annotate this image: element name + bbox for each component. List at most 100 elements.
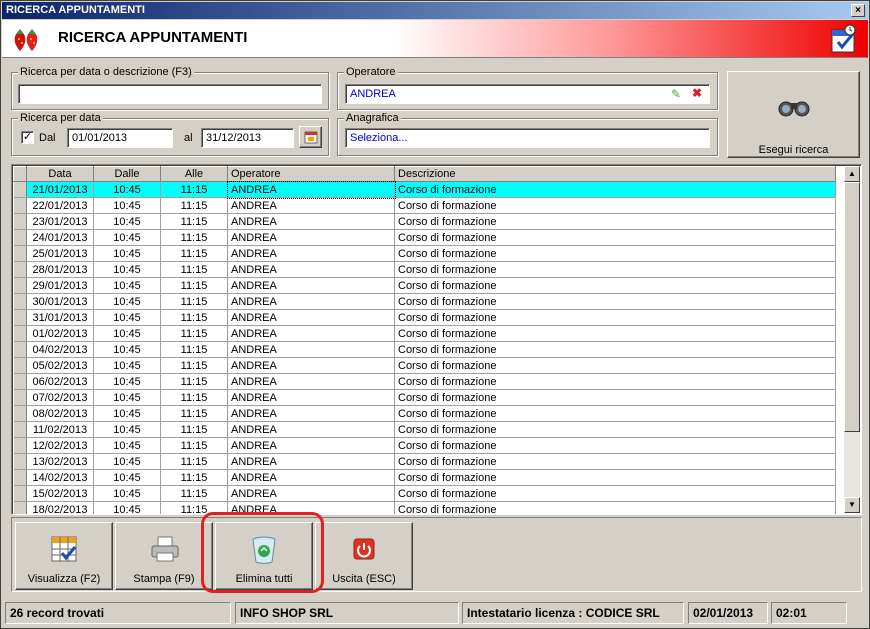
table-row[interactable]: 28/01/2013 10:45 11:15 ANDREA Corso di forma…: [13, 261, 836, 278]
column-header-alle[interactable]: Alle: [160, 166, 228, 182]
cell-dalle[interactable]: 10:45: [93, 197, 161, 214]
cell-alle[interactable]: 11:15: [160, 261, 228, 278]
date-picker-button[interactable]: [299, 126, 322, 148]
table-row[interactable]: 30/01/2013 10:45 11:15 ANDREA Corso di forma…: [13, 293, 836, 310]
scroll-down-button[interactable]: ▼: [844, 497, 860, 513]
operator-field[interactable]: ANDREA: [345, 84, 710, 104]
cell-dalle[interactable]: 10:45: [93, 229, 161, 246]
table-row[interactable]: 14/02/2013 10:45 11:15 ANDREA Corso di forma…: [13, 469, 836, 486]
table-row[interactable]: 23/01/2013 10:45 11:15 ANDREA Corso di forma…: [13, 213, 836, 230]
cell-descrizione[interactable]: Corso di formazione: [394, 469, 836, 486]
cell-operatore[interactable]: ANDREA: [227, 245, 395, 262]
cell-dalle[interactable]: 10:45: [93, 213, 161, 230]
vertical-scrollbar[interactable]: ▲ ▼: [844, 166, 860, 513]
column-header-data[interactable]: Data: [26, 166, 94, 182]
cell-descrizione[interactable]: Corso di formazione: [394, 309, 836, 326]
cell-dalle[interactable]: 10:45: [93, 405, 161, 422]
cell-operatore[interactable]: ANDREA: [227, 293, 395, 310]
table-row[interactable]: 22/01/2013 10:45 11:15 ANDREA Corso di forma…: [13, 197, 836, 214]
cell-dalle[interactable]: 10:45: [93, 501, 161, 514]
cell-data[interactable]: 01/02/2013: [26, 325, 94, 342]
cell-data[interactable]: 28/01/2013: [26, 261, 94, 278]
scroll-thumb[interactable]: [844, 182, 860, 432]
edit-pencil-icon[interactable]: ✎: [671, 87, 681, 101]
cell-alle[interactable]: 11:15: [160, 293, 228, 310]
column-header-descrizione[interactable]: Descrizione: [394, 166, 836, 182]
table-row[interactable]: 11/02/2013 10:45 11:15 ANDREA Corso di forma…: [13, 421, 836, 438]
row-indicator[interactable]: [13, 501, 27, 514]
cell-descrizione[interactable]: Corso di formazione: [394, 421, 836, 438]
table-row[interactable]: 13/02/2013 10:45 11:15 ANDREA Corso di forma…: [13, 453, 836, 470]
close-button[interactable]: ×: [851, 4, 865, 17]
table-row[interactable]: 07/02/2013 10:45 11:15 ANDREA Corso di forma…: [13, 389, 836, 406]
cell-data[interactable]: 05/02/2013: [26, 357, 94, 374]
cell-data[interactable]: 22/01/2013: [26, 197, 94, 214]
cell-alle[interactable]: 11:15: [160, 245, 228, 262]
cell-data[interactable]: 30/01/2013: [26, 293, 94, 310]
cell-descrizione[interactable]: Corso di formazione: [394, 325, 836, 342]
table-row[interactable]: 24/01/2013 10:45 11:15 ANDREA Corso di forma…: [13, 229, 836, 246]
table-row[interactable]: 08/02/2013 10:45 11:15 ANDREA Corso di forma…: [13, 405, 836, 422]
row-indicator[interactable]: [13, 213, 27, 230]
cell-operatore[interactable]: ANDREA: [227, 453, 395, 470]
cell-descrizione[interactable]: Corso di formazione: [394, 485, 836, 502]
cell-descrizione[interactable]: Corso di formazione: [394, 389, 836, 406]
cell-alle[interactable]: 11:15: [160, 213, 228, 230]
cell-operatore[interactable]: ANDREA: [227, 485, 395, 502]
cell-operatore[interactable]: ANDREA: [226, 180, 396, 199]
cell-data[interactable]: 18/02/2013: [26, 501, 94, 514]
cell-dalle[interactable]: 10:45: [93, 277, 161, 294]
row-indicator[interactable]: [13, 261, 27, 278]
cell-dalle[interactable]: 10:45: [93, 325, 161, 342]
cell-data[interactable]: 13/02/2013: [26, 453, 94, 470]
table-row[interactable]: 31/01/2013 10:45 11:15 ANDREA Corso di forma…: [13, 309, 836, 326]
cell-data[interactable]: 08/02/2013: [26, 405, 94, 422]
cell-operatore[interactable]: ANDREA: [227, 421, 395, 438]
cell-data[interactable]: 31/01/2013: [26, 309, 94, 326]
appointments-grid[interactable]: Data Dalle Alle Operatore Descrizione 21…: [11, 164, 862, 515]
date-from-input[interactable]: 01/01/2013: [67, 128, 173, 148]
cell-dalle[interactable]: 10:45: [93, 309, 161, 326]
cell-operatore[interactable]: ANDREA: [227, 197, 395, 214]
cell-descrizione[interactable]: Corso di formazione: [394, 501, 836, 514]
cell-data[interactable]: 11/02/2013: [26, 421, 94, 438]
cell-descrizione[interactable]: Corso di formazione: [394, 373, 836, 390]
cell-operatore[interactable]: ANDREA: [227, 213, 395, 230]
anagrafica-field[interactable]: Seleziona...: [345, 128, 710, 148]
table-row[interactable]: 05/02/2013 10:45 11:15 ANDREA Corso di forma…: [13, 357, 836, 374]
table-row[interactable]: 01/02/2013 10:45 11:15 ANDREA Corso di forma…: [13, 325, 836, 342]
cell-dalle[interactable]: 10:45: [93, 373, 161, 390]
clear-x-icon[interactable]: ✖: [692, 86, 702, 100]
cell-alle[interactable]: 11:15: [160, 485, 228, 502]
cell-dalle[interactable]: 10:45: [93, 421, 161, 438]
cell-operatore[interactable]: ANDREA: [227, 357, 395, 374]
row-indicator[interactable]: [13, 325, 27, 342]
cell-data[interactable]: 12/02/2013: [26, 437, 94, 454]
table-row[interactable]: 21/01/2013 10:45 11:15 ANDREA Corso di forma…: [13, 180, 836, 199]
table-row[interactable]: 25/01/2013 10:45 11:15 ANDREA Corso di forma…: [13, 245, 836, 262]
print-button[interactable]: Stampa (F9): [115, 522, 213, 590]
row-indicator[interactable]: [13, 229, 27, 246]
cell-descrizione[interactable]: Corso di formazione: [394, 437, 836, 454]
cell-descrizione[interactable]: Corso di formazione: [394, 277, 836, 294]
cell-operatore[interactable]: ANDREA: [227, 405, 395, 422]
cell-operatore[interactable]: ANDREA: [227, 373, 395, 390]
cell-descrizione[interactable]: Corso di formazione: [394, 341, 836, 358]
row-indicator[interactable]: [13, 485, 27, 502]
cell-alle[interactable]: 11:15: [160, 421, 228, 438]
cell-data[interactable]: 24/01/2013: [26, 229, 94, 246]
cell-descrizione[interactable]: Corso di formazione: [394, 453, 836, 470]
cell-operatore[interactable]: ANDREA: [227, 437, 395, 454]
row-indicator[interactable]: [13, 389, 27, 406]
row-indicator[interactable]: [13, 181, 27, 198]
cell-alle[interactable]: 11:15: [160, 389, 228, 406]
table-row[interactable]: 06/02/2013 10:45 11:15 ANDREA Corso di forma…: [13, 373, 836, 390]
cell-alle[interactable]: 11:15: [160, 405, 228, 422]
cell-descrizione[interactable]: Corso di formazione: [394, 245, 836, 262]
cell-alle[interactable]: 11:15: [160, 469, 228, 486]
cell-data[interactable]: 07/02/2013: [26, 389, 94, 406]
cell-dalle[interactable]: 10:45: [93, 293, 161, 310]
scroll-up-button[interactable]: ▲: [844, 166, 860, 182]
row-indicator[interactable]: [13, 373, 27, 390]
desc-search-input[interactable]: [18, 84, 322, 104]
